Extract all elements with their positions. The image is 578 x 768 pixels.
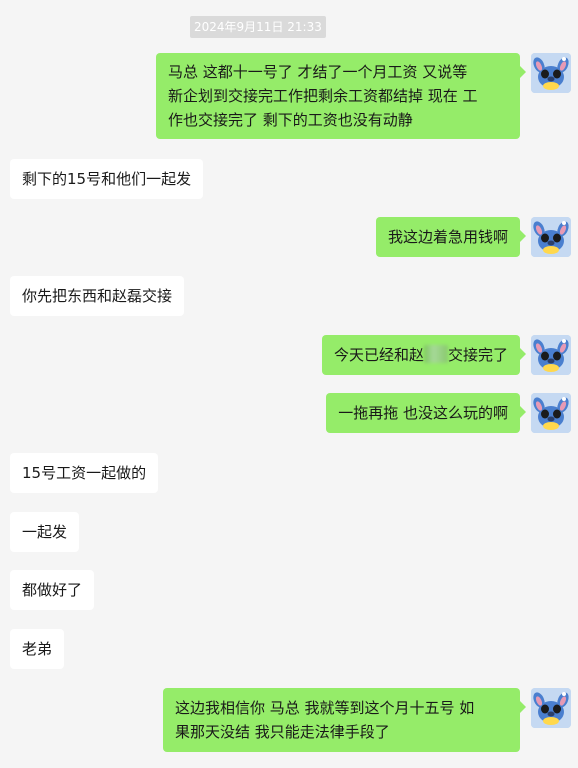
message-line: 果那天没结 我只能走法律手段了 — [175, 723, 390, 741]
message-text-part: 交接完了 — [447, 346, 508, 364]
message-bubble-sent[interactable]: 我这边着急用钱啊 — [375, 217, 527, 257]
message-bubble-sent[interactable]: 马总 这都十一号了 才结了一个月工资 又说等 新企划到交接完工作把剩余工资都结掉… — [156, 53, 526, 139]
message-bubble-received[interactable]: 老弟 — [10, 629, 65, 669]
user-avatar-icon[interactable] — [531, 217, 571, 257]
message-bubble-received[interactable]: 一起发 — [10, 512, 80, 552]
message-timestamp: 2024年9月11日 21:33 — [190, 16, 326, 38]
message-bubble-sent[interactable]: 这边我相信你 马总 我就等到这个月十五号 如 果那天没结 我只能走法律手段了 — [163, 688, 526, 752]
message-bubble-received[interactable]: 你先把东西和赵磊交接 — [10, 276, 185, 316]
message-text-part: 今天已经和赵 — [333, 346, 424, 364]
message-bubble-sent[interactable]: 今天已经和赵 交接完了 — [321, 335, 527, 375]
message-bubble-received[interactable]: 15号工资一起做的 — [10, 453, 159, 493]
message-bubble-received[interactable]: 剩下的15号和他们一起发 — [10, 159, 204, 199]
message-bubble-received[interactable]: 都做好了 — [10, 570, 95, 610]
redacted-blur — [423, 345, 448, 363]
user-avatar-icon[interactable] — [531, 335, 571, 375]
message-bubble-sent[interactable]: 一拖再拖 也没这么玩的啊 — [326, 393, 526, 433]
message-line: 这边我相信你 马总 我就等到这个月十五号 如 — [175, 699, 475, 717]
message-line: 作也交接完了 剩下的工资也没有动静 — [168, 111, 413, 129]
message-line: 马总 这都十一号了 才结了一个月工资 又说等 — [168, 63, 468, 81]
user-avatar-icon[interactable] — [531, 688, 571, 728]
user-avatar-icon[interactable] — [531, 53, 571, 93]
user-avatar-icon[interactable] — [531, 393, 571, 433]
message-line: 新企划到交接完工作把剩余工资都结掉 现在 工 — [168, 87, 478, 105]
